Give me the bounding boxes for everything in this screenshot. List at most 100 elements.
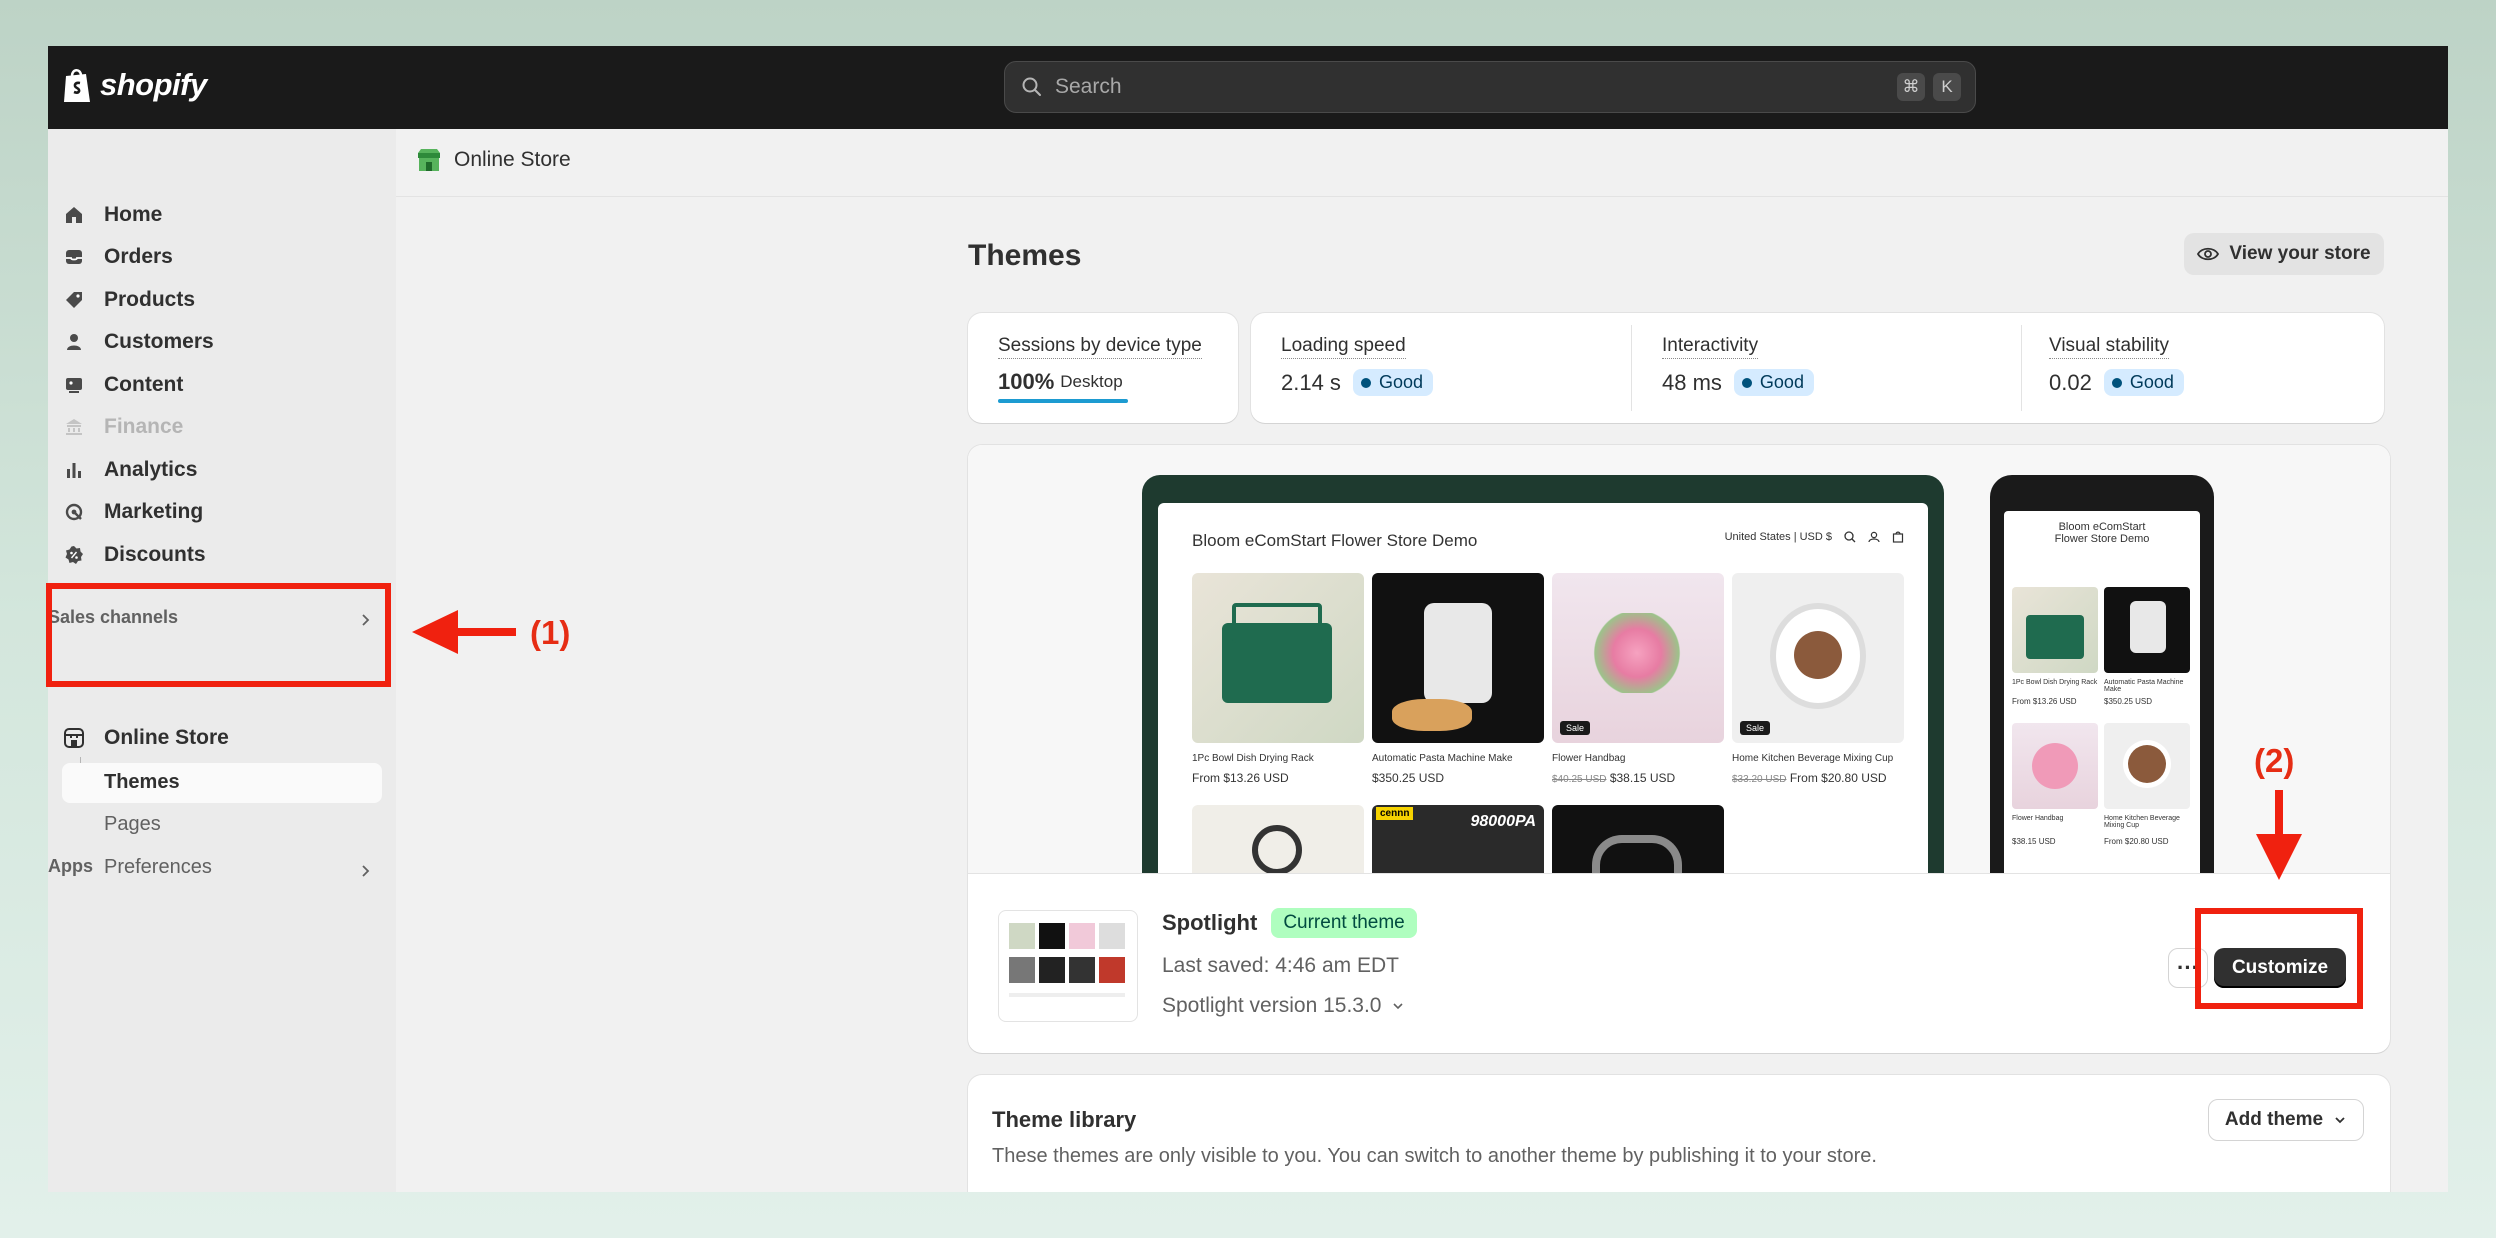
store-icon (62, 726, 86, 750)
app-window: shopify Search ⌘ K Home Orders Products (48, 46, 2448, 1192)
view-store-button[interactable]: View your store (2184, 233, 2384, 275)
product-image (1192, 573, 1364, 743)
add-theme-label: Add theme (2224, 1109, 2324, 1130)
product-price: $33.20 USD From $20.80 USD (1732, 771, 1887, 785)
product-image (1192, 805, 1364, 873)
product-image: Sale (1732, 573, 1904, 743)
loading-speed-label[interactable]: Loading speed (1281, 335, 1406, 359)
main-content: Online Store Themes View your store Sess… (396, 129, 2448, 1192)
sessions-card[interactable]: Sessions by device type 100% Desktop (968, 313, 1238, 423)
theme-name: Spotlight Current theme (1162, 908, 1417, 938)
sessions-bar (998, 399, 1128, 403)
product-image (1372, 573, 1544, 743)
product-name: 1Pc Bowl Dish Drying Rack (2012, 679, 2098, 686)
person-icon (62, 330, 86, 354)
current-theme-card: Bloom eComStart Flower Store Demo United… (968, 445, 2390, 1053)
home-icon (62, 203, 86, 227)
annotation-arrow-down-icon (2256, 790, 2302, 880)
sessions-percent: 100% (998, 369, 1055, 394)
current-theme-badge: Current theme (1271, 908, 1417, 938)
sidebar-item-label: Discounts (104, 543, 206, 566)
annotation-label-2: (2) (2254, 742, 2295, 779)
store-title: Bloom eComStart Flower Store Demo (1192, 531, 1478, 550)
page-title: Themes (968, 239, 1082, 272)
loading-speed-value: 2.14 s Good (1281, 369, 1433, 396)
desktop-preview: Bloom eComStart Flower Store Demo United… (1142, 475, 1944, 873)
interactivity-value: 48 ms Good (1662, 369, 1814, 396)
product-name: Flower Handbag (1552, 753, 1626, 764)
sidebar-item-label: Products (104, 288, 196, 311)
content-icon (62, 373, 86, 397)
product-name: Automatic Pasta Machine Make (1372, 753, 1513, 764)
sidebar-item-content[interactable]: Content (62, 365, 382, 405)
top-bar: shopify Search ⌘ K (48, 46, 2448, 129)
sessions-value: 100% Desktop (998, 369, 1123, 395)
theme-title: Spotlight (1162, 910, 1258, 935)
themes-label[interactable]: Themes (104, 771, 180, 794)
account-icon (1868, 531, 1880, 543)
sidebar-item-analytics[interactable]: Analytics (62, 450, 382, 490)
mobile-screen: Bloom eComStart Flower Store Demo 1Pc Bo… (2004, 511, 2200, 873)
sidebar-item-label: Orders (104, 245, 173, 268)
theme-preview[interactable]: Bloom eComStart Flower Store Demo United… (968, 445, 2390, 873)
sidebar-item-products[interactable]: Products (62, 280, 382, 320)
sidebar-subitem-pages[interactable]: Pages (104, 804, 161, 844)
brand-tag: cennn (1376, 807, 1414, 820)
status-badge: Good (2103, 369, 2184, 396)
sidebar-item-online-store[interactable]: Online Store (62, 718, 382, 758)
interactivity-label[interactable]: Interactivity (1662, 335, 1759, 359)
last-saved: Last saved: 4:46 am EDT (1162, 954, 1399, 977)
product-image (2104, 723, 2190, 809)
online-store-icon (418, 149, 440, 171)
search-placeholder: Search (1055, 75, 1122, 98)
chevron-down-icon (1393, 1003, 1404, 1010)
sidebar-item-label: Analytics (104, 458, 198, 481)
sidebar-item-marketing[interactable]: Marketing (62, 492, 382, 532)
theme-version[interactable]: Spotlight version 15.3.0 (1162, 994, 1405, 1018)
annotation-box-1 (46, 583, 391, 687)
chevron-down-icon (2335, 1117, 2345, 1124)
kbd-k: K (1933, 73, 1961, 101)
sidebar-item-label: Home (104, 203, 163, 226)
sidebar-item-label: Marketing (104, 500, 204, 523)
eye-icon (2197, 247, 2220, 261)
sidebar-item-label: Finance (104, 415, 184, 438)
sidebar-subitem-preferences[interactable]: Preferences (104, 847, 212, 887)
cart-icon (1892, 531, 1904, 543)
sidebar-item-home[interactable]: Home (62, 195, 382, 235)
sidebar-item-finance[interactable]: Finance (62, 407, 382, 447)
view-store-label: View your store (2229, 243, 2371, 264)
shopify-logo[interactable]: shopify (62, 66, 207, 104)
sessions-device: Desktop (1060, 372, 1123, 391)
product-image (2012, 723, 2098, 809)
product-price: $350.25 USD (1372, 771, 1445, 785)
sidebar-item-label: Content (104, 373, 184, 396)
breadcrumb-label: Online Store (454, 148, 571, 171)
current-theme-row: Spotlight Current theme Last saved: 4:46… (968, 873, 2390, 1053)
sidebar-item-orders[interactable]: Orders (62, 237, 382, 277)
search-icon (1022, 77, 1041, 96)
shopify-bag-icon (64, 69, 90, 102)
search-shortcut: ⌘ K (1897, 73, 1961, 101)
apps-label[interactable]: Apps (48, 856, 93, 877)
chevron-right-icon[interactable] (358, 864, 372, 878)
target-icon (62, 500, 86, 524)
breadcrumb[interactable]: Online Store (416, 147, 571, 173)
visual-stability-number: 0.02 (2049, 369, 2092, 395)
sidebar-item-customers[interactable]: Customers (62, 322, 382, 362)
tag-icon (62, 288, 86, 312)
discount-icon (62, 543, 86, 567)
product-price: $40.25 USD $38.15 USD (1552, 771, 1676, 785)
product-image (2104, 587, 2190, 673)
annotation-arrow-left-icon (412, 610, 516, 654)
search-input[interactable]: Search ⌘ K (1004, 61, 1976, 113)
sidebar-item-discounts[interactable]: Discounts (62, 535, 382, 575)
add-theme-button[interactable]: Add theme (2208, 1099, 2364, 1141)
product-price: From $20.80 USD (2104, 837, 2169, 846)
bar-chart-icon (62, 458, 86, 482)
product-name: Home Kitchen Beverage Mixing Cup (1732, 753, 1894, 764)
visual-stability-label[interactable]: Visual stability (2049, 335, 2170, 359)
status-badge: Good (1352, 369, 1433, 396)
interactivity-number: 48 ms (1662, 369, 1722, 395)
sidebar-item-label: Customers (104, 330, 214, 353)
